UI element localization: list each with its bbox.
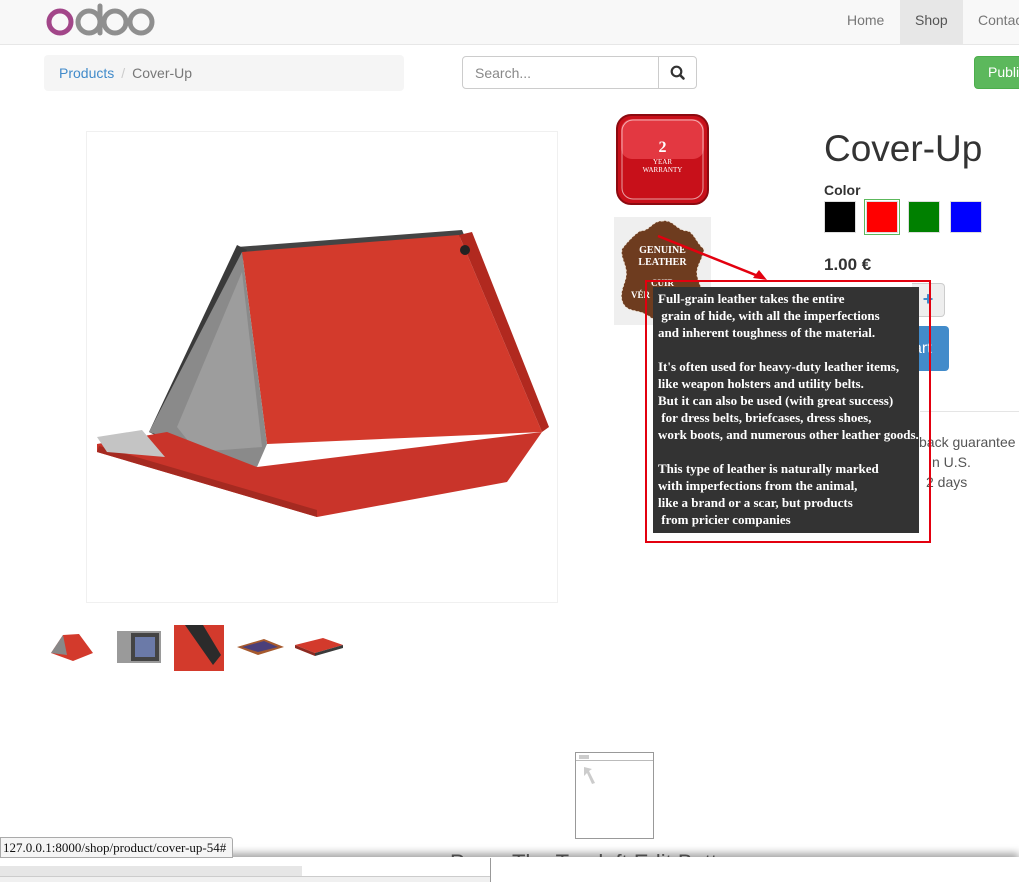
publish-button[interactable]: Publi [974, 56, 1019, 89]
thumbnail-5[interactable] [293, 625, 345, 671]
info-line-guarantee: back guarantee [919, 434, 1016, 450]
product-price: 1.00 € [824, 255, 872, 274]
page: Home Shop Contac Products / Cover-Up Publi [0, 0, 1019, 882]
thumbnail-2[interactable] [113, 625, 165, 671]
product-main-image[interactable] [86, 131, 558, 603]
odoo-logo[interactable] [45, 2, 157, 40]
color-label: Color [824, 182, 861, 198]
color-swatch-blue[interactable] [950, 201, 982, 233]
info-line-delivery: 2 days [926, 474, 968, 490]
nav-shop[interactable]: Shop [900, 0, 963, 44]
breadcrumb: Products / Cover-Up [44, 55, 404, 91]
search-input[interactable] [462, 56, 659, 89]
breadcrumb-separator: / [121, 65, 126, 81]
breadcrumb-products-link[interactable]: Products [59, 65, 114, 81]
placeholder-image [575, 752, 654, 839]
color-swatch-red[interactable] [864, 199, 900, 235]
lower-window-strip [0, 876, 490, 882]
search-button[interactable] [658, 56, 697, 89]
info-line-shipping: n U.S. [932, 454, 971, 470]
lower-window-scrollbar[interactable] [0, 866, 302, 876]
nav-home[interactable]: Home [832, 0, 899, 44]
tooltip-highlight-frame [645, 280, 931, 543]
nav-contact[interactable]: Contac [963, 0, 1019, 44]
lower-window-divider [490, 858, 491, 882]
warranty-word: WARRANTY [643, 166, 683, 174]
product-title: Cover-Up [824, 128, 983, 169]
thumbnail-1[interactable] [47, 625, 99, 671]
status-bar-url: 127.0.0.1:8000/shop/product/cover-up-54# [0, 837, 234, 858]
thumbnail-3[interactable] [173, 625, 225, 671]
thumbnail-4[interactable] [234, 625, 286, 671]
divider [920, 411, 1019, 412]
warranty-year: YEAR [653, 158, 672, 166]
warranty-number: 2 [659, 139, 667, 156]
placeholder-window-bar [576, 753, 653, 761]
navbar: Home Shop Contac [0, 0, 1019, 45]
warranty-badge-image: 2 YEAR WARRANTY [616, 114, 709, 205]
annotation-arrow-icon [657, 234, 767, 280]
cursor-arrow-icon [584, 767, 595, 784]
breadcrumb-current: Cover-Up [132, 65, 193, 81]
search-icon [670, 65, 685, 80]
color-swatch-green[interactable] [908, 201, 940, 233]
color-swatch-black[interactable] [824, 201, 856, 233]
